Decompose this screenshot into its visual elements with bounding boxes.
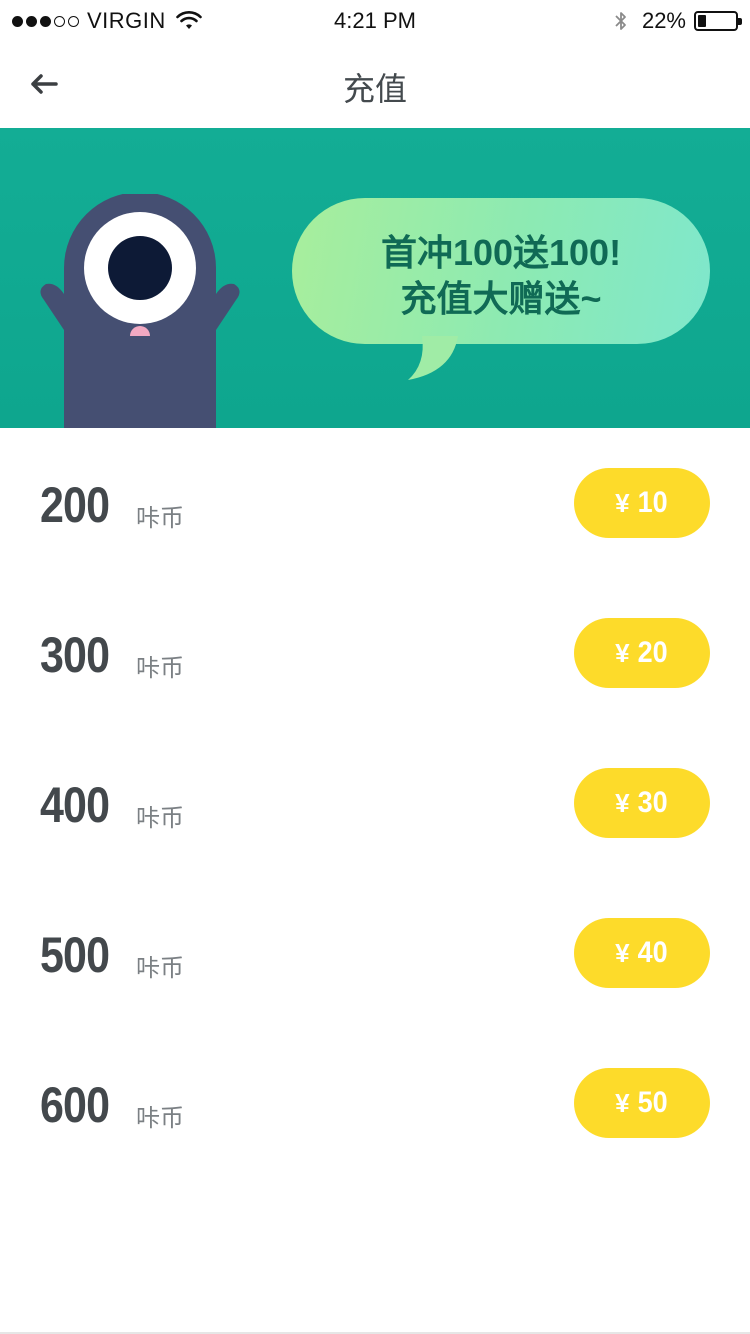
- price-value: 50: [637, 1086, 668, 1119]
- coin-amount: 400: [40, 777, 110, 833]
- promo-line-2: 充值大赠送~: [400, 278, 602, 319]
- price-button[interactable]: ¥ 20: [574, 618, 710, 688]
- recharge-row: 200 咔币 ¥ 10: [0, 428, 750, 578]
- bluetooth-icon: [615, 12, 626, 30]
- coin-unit: 咔币: [136, 805, 184, 832]
- currency-symbol: ¥: [615, 937, 630, 968]
- coin-unit: 咔币: [136, 1105, 184, 1132]
- coin-unit: 咔币: [136, 955, 184, 982]
- status-right: 22%: [614, 8, 742, 34]
- battery-fill: [698, 15, 706, 27]
- coin-unit: 咔币: [136, 655, 184, 682]
- currency-symbol: ¥: [615, 787, 630, 818]
- price-button[interactable]: ¥ 40: [574, 918, 710, 988]
- price-value: 30: [637, 786, 668, 819]
- promo-text: 首冲100送100! 充值大赠送~: [292, 230, 710, 322]
- currency-symbol: ¥: [615, 487, 630, 518]
- coin-amount: 500: [40, 927, 110, 983]
- speech-bubble-tail: [408, 336, 458, 380]
- page-title: 充值: [342, 71, 407, 107]
- recharge-row: 400 咔币 ¥ 30: [0, 728, 750, 878]
- price-button[interactable]: ¥ 50: [574, 1068, 710, 1138]
- coin-amount: 300: [40, 627, 110, 683]
- price-value: 20: [637, 636, 668, 669]
- coin-amount: 200: [40, 477, 110, 533]
- price-button[interactable]: ¥ 10: [574, 468, 710, 538]
- recharge-row: 300 咔币 ¥ 20: [0, 578, 750, 728]
- status-bar: VIRGIN 4:21 PM 22%: [0, 0, 750, 40]
- monster-mascot-icon: [40, 194, 240, 428]
- currency-symbol: ¥: [615, 1087, 630, 1118]
- battery-icon: [694, 11, 742, 31]
- navigation-bar: 充值: [0, 40, 750, 128]
- speech-bubble: 首冲100送100! 充值大赠送~: [292, 198, 710, 344]
- coin-unit: 咔币: [136, 505, 184, 532]
- coin-amount: 600: [40, 1077, 110, 1133]
- recharge-row: 500 咔币 ¥ 40: [0, 878, 750, 1028]
- promo-line-1: 首冲100送100!: [380, 232, 622, 273]
- currency-symbol: ¥: [615, 637, 630, 668]
- price-value: 10: [637, 486, 668, 519]
- battery-percent: 22%: [641, 8, 686, 33]
- price-value: 40: [637, 936, 668, 969]
- promo-banner: 首冲100送100! 充值大赠送~: [0, 128, 750, 428]
- price-button[interactable]: ¥ 30: [574, 768, 710, 838]
- recharge-row: 600 咔币 ¥ 50: [0, 1028, 750, 1178]
